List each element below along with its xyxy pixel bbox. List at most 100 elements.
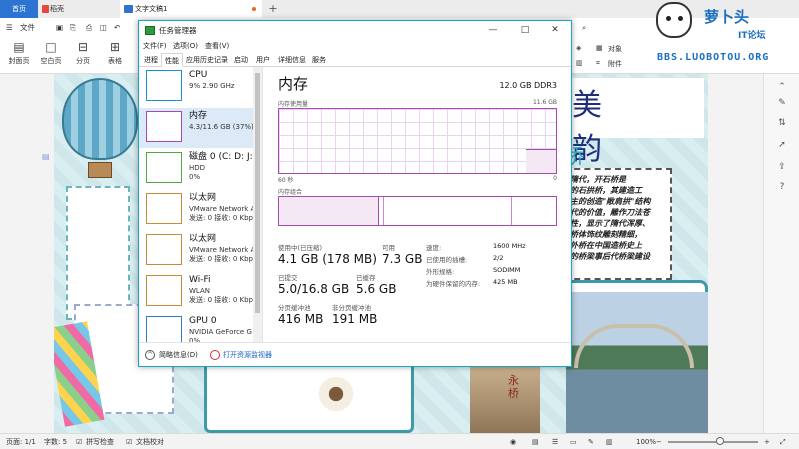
form-factor-label: 外形规格: [426, 268, 455, 276]
memory-composition-bar[interactable] [278, 196, 557, 226]
balloon-illustration [62, 78, 138, 160]
search-icon[interactable]: ⌕ [582, 21, 586, 35]
tab-daoke[interactable]: 稻壳 [38, 0, 120, 18]
chevron-up-icon[interactable]: ^ [145, 350, 155, 360]
spell-check-icon[interactable]: ☑ [76, 436, 82, 448]
tab-services[interactable]: 服务 [309, 53, 329, 67]
slots-value: 2/2 [493, 254, 504, 262]
resource-item[interactable]: CPU 9% 2.90 GHz [139, 67, 253, 107]
doc-text-line: 代的价值，雕作刀法苍 [570, 207, 650, 217]
maximize-button[interactable]: □ [509, 21, 541, 40]
resource-item[interactable]: 磁盘 0 (C: D: J: HDD 0% [139, 149, 253, 189]
tab-processes[interactable]: 进程 [141, 53, 161, 67]
table-button[interactable]: ⊞ 表格 [104, 40, 126, 66]
zoom-slider-knob[interactable] [716, 437, 724, 445]
undo-icon[interactable]: ↶ [114, 21, 120, 35]
forum-watermark: 萝卜头 IT论坛 BBS.LUOBOTOU.ORG [652, 0, 799, 66]
select-icon[interactable]: ➚ [777, 140, 787, 150]
tm-menu-options[interactable]: 选项(O) [173, 40, 198, 53]
zoom-out-icon[interactable]: − [656, 436, 662, 448]
tab-startup[interactable]: 启动 [231, 53, 251, 67]
resource-item[interactable]: 以太网 VMware Network A 发送: 0 接收: 0 Kbp [139, 231, 255, 271]
fullscreen-icon[interactable]: ⤢ [780, 436, 786, 448]
committed-label: 已提交 [278, 274, 298, 282]
watermark-subtitle: IT论坛 [738, 31, 766, 41]
resource-list-scrollbar[interactable] [253, 67, 262, 342]
export-icon[interactable]: ⎘ [70, 21, 76, 35]
tab-performance[interactable]: 性能 [161, 53, 183, 67]
attachment-button[interactable]: 附件 [608, 59, 622, 69]
resource-detail: 发送: 0 接收: 0 Kbp [189, 214, 254, 222]
close-button[interactable]: ✕ [539, 21, 571, 40]
open-resource-monitor-link[interactable]: 打开资源监视器 [223, 350, 272, 360]
minimize-button[interactable]: — [477, 21, 509, 40]
zoom-in-icon[interactable]: + [764, 436, 770, 448]
resource-name: 以太网 [189, 193, 217, 203]
zoom-level[interactable]: 100% [636, 436, 656, 448]
style-icon[interactable]: ✎ [777, 98, 787, 108]
blank-page-button[interactable]: □ 空白页 [38, 40, 64, 66]
tm-menu-file[interactable]: 文件(F) [143, 40, 167, 53]
resource-item[interactable]: Wi-Fi WLAN 发送: 0 接收: 0 Kbp [139, 272, 253, 312]
document-icon [124, 5, 133, 13]
graph-axis-left: 60 秒 [278, 177, 294, 184]
navigation-icon[interactable]: ▤ [42, 152, 50, 161]
shapes-icon[interactable]: ◈ [576, 44, 581, 52]
status-bar: 页面: 1/1 字数: 5 ☑ 拼写检查 ☑ 文档校对 ◉ ▤ ☰ ▭ ✎ ▥ … [0, 433, 799, 449]
resource-monitor-icon [210, 350, 220, 360]
zoom-slider[interactable] [668, 441, 758, 443]
attachment-icon[interactable]: ⌗ [596, 59, 600, 68]
writing-mode-icon[interactable]: ✎ [588, 436, 594, 448]
web-view-icon[interactable]: ▭ [570, 436, 577, 448]
cover-page-button[interactable]: ▤ 封面页 [6, 40, 32, 66]
page-view-icon[interactable]: ▤ [532, 436, 539, 448]
proofread-button[interactable]: 文档校对 [136, 436, 164, 448]
outline-view-icon[interactable]: ☰ [552, 436, 558, 448]
page-indicator[interactable]: 页面: 1/1 [6, 436, 36, 448]
task-manager-icon [145, 26, 155, 35]
resource-detail: HDD [189, 164, 206, 172]
tm-title-bar[interactable]: 任务管理器 — □ ✕ [139, 21, 571, 40]
adjust-icon[interactable]: ⇅ [777, 118, 787, 128]
tab-users[interactable]: 用户 [253, 53, 273, 67]
preview-icon[interactable]: ◫ [100, 21, 107, 35]
read-mode-icon[interactable]: ▥ [606, 436, 613, 448]
new-tab-button[interactable]: + [266, 0, 280, 18]
word-count[interactable]: 字数: 5 [44, 436, 67, 448]
table-label: 表格 [108, 57, 122, 65]
section-break-button[interactable]: ⊟ 分页 [72, 40, 94, 66]
resource-item[interactable]: GPU 0 NVIDIA GeForce G 0% [139, 313, 253, 342]
collapse-icon[interactable]: ⌃ [777, 82, 787, 92]
share-icon[interactable]: ⇪ [777, 162, 787, 172]
doc-text-line: 桥体饰纹雕刻精细， [570, 229, 642, 239]
tm-menu-view[interactable]: 查看(V) [205, 40, 229, 53]
resource-detail: 0% [189, 173, 201, 181]
resource-name: 以太网 [189, 234, 217, 244]
tab-app-history[interactable]: 应用历史记录 [183, 53, 231, 67]
doc-text-line: 外桥在中国造桥史上 [570, 240, 642, 250]
print-icon[interactable]: ⎙ [86, 21, 92, 35]
tab-document[interactable]: 文字文稿1 [120, 0, 262, 18]
object-button[interactable]: 对象 [608, 44, 622, 54]
save-icon[interactable]: ▣ [56, 21, 63, 35]
section-break-icon: ⊟ [77, 40, 89, 54]
tab-details[interactable]: 详细信息 [275, 53, 309, 67]
tab-home[interactable]: 首页 [0, 0, 38, 18]
hamburger-icon[interactable]: ☰ [6, 21, 13, 35]
memory-heading: 内存 [278, 75, 309, 93]
fewer-details-link[interactable]: 简略信息(D) [159, 350, 198, 360]
eye-protection-icon[interactable]: ◉ [510, 436, 516, 448]
resource-item[interactable]: 以太网 VMware Network A 发送: 0 接收: 0 Kbp [139, 190, 255, 230]
object-icon[interactable]: ▦ [596, 44, 603, 52]
proofread-icon[interactable]: ☑ [126, 436, 132, 448]
spell-check-button[interactable]: 拼写检查 [86, 436, 114, 448]
help-icon[interactable]: ? [777, 182, 787, 192]
chart-icon[interactable]: ▥ [576, 59, 583, 67]
menu-file[interactable]: 文件 [20, 21, 35, 35]
scrollbar-thumb[interactable] [255, 73, 260, 313]
doc-title[interactable]: 美 韵 [572, 80, 708, 168]
task-manager-window[interactable]: 任务管理器 — □ ✕ 文件(F) 选项(O) 查看(V) 进程 性能 应用历史… [138, 20, 572, 367]
doc-text-box[interactable]: 隋代，开石桥是 的石拱桥，其建造工 主的创造"敞肩拱"结构 代的价值，雕作刀法苍 性，显… [564, 168, 672, 280]
resource-item[interactable]: 内存 4.3/11.6 GB (37%) [139, 108, 254, 148]
form-factor-value: SODIMM [493, 266, 521, 274]
